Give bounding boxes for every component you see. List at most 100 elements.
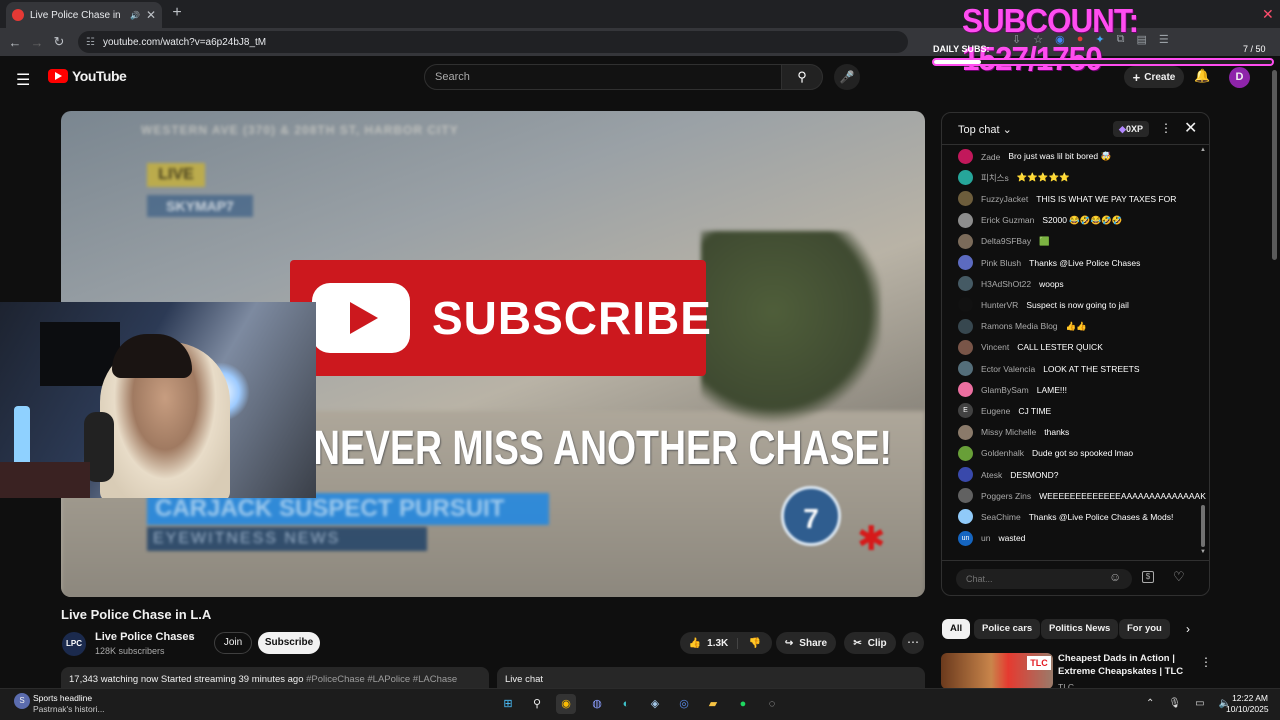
chat-message[interactable]: Poggers Zins WEEEEEEEEEEEEEAAAAAAAAAAAAAA… bbox=[958, 488, 1206, 504]
discord-icon[interactable]: ◍ bbox=[587, 694, 607, 714]
search-input[interactable]: Search bbox=[424, 64, 782, 90]
chat-avatar[interactable] bbox=[958, 424, 973, 440]
window-close-icon[interactable]: ✕ bbox=[1262, 6, 1274, 23]
chat-message[interactable]: Pink Blush Thanks @Live Police Chases bbox=[958, 255, 1140, 270]
reload-icon[interactable]: ↻ bbox=[48, 34, 70, 50]
chevron-right-icon[interactable]: › bbox=[1186, 622, 1190, 636]
chat-author[interactable]: Goldenhalk bbox=[981, 448, 1024, 458]
share-button[interactable]: ↪ Share bbox=[776, 632, 836, 654]
chat-mode-dropdown[interactable]: Top chat ⌄ bbox=[958, 123, 1012, 136]
dislike-button[interactable]: 👎 bbox=[738, 638, 772, 649]
chat-message[interactable]: GlamBySam LAME!!! bbox=[958, 382, 1067, 398]
chat-message[interactable]: FuzzyJacket THIS IS WHAT WE PAY TAXES FOR bbox=[958, 191, 1176, 207]
chat-message[interactable]: Vincent CALL LESTER QUICK bbox=[958, 339, 1103, 355]
chat-avatar[interactable] bbox=[958, 361, 973, 376]
news-widget-sub[interactable]: Pastrnak's histori... bbox=[33, 704, 105, 714]
chat-author[interactable]: HunterVR bbox=[981, 300, 1018, 310]
description-tags[interactable]: #PoliceChase #LAPolice #LAChase bbox=[306, 674, 457, 685]
like-button[interactable]: 👍 1.3K bbox=[680, 637, 738, 649]
microphone-icon[interactable]: 🎤 bbox=[834, 64, 860, 90]
heart-icon[interactable]: ♡ bbox=[1173, 569, 1185, 585]
chat-author[interactable]: Zade bbox=[981, 152, 1000, 162]
chat-avatar[interactable] bbox=[958, 382, 973, 398]
chat-message[interactable]: Missy Michelle thanks bbox=[958, 424, 1069, 440]
chip-all[interactable]: All bbox=[942, 619, 971, 639]
chat-message[interactable]: Zade Bro just was lil bit bored 🤯 bbox=[958, 149, 1111, 164]
network-icon[interactable]: ▭ bbox=[1195, 698, 1204, 709]
chat-author[interactable]: Atesk bbox=[981, 470, 1002, 480]
taskbar-date[interactable]: 10/10/2025 bbox=[1226, 704, 1269, 714]
new-tab-button[interactable]: + bbox=[168, 4, 186, 22]
browser-tab[interactable]: Live Police Chase in LA - Yo 🔊 ✕ bbox=[6, 2, 162, 28]
youtube-logo[interactable]: YouTube bbox=[48, 68, 127, 84]
scroll-down-icon[interactable]: ▼ bbox=[1200, 549, 1206, 555]
chat-input[interactable] bbox=[956, 569, 1132, 589]
obs-icon[interactable]: ◌ bbox=[762, 694, 782, 714]
browser-icon[interactable]: ◎ bbox=[674, 694, 694, 714]
chat-avatar[interactable] bbox=[958, 233, 973, 249]
chip-for-you[interactable]: For you bbox=[1119, 619, 1170, 639]
clip-button[interactable]: ✂ Clip bbox=[844, 632, 896, 654]
steam-icon[interactable]: ◈ bbox=[645, 694, 665, 714]
search-icon[interactable]: ⚲ bbox=[781, 64, 823, 90]
chat-author[interactable]: GlamBySam bbox=[981, 385, 1029, 395]
chat-avatar[interactable] bbox=[958, 276, 973, 292]
chat-author[interactable]: Missy Michelle bbox=[981, 427, 1036, 437]
description-box[interactable]: 17,343 watching now Started streaming 39… bbox=[61, 667, 489, 689]
chat-author[interactable]: Erick Guzman bbox=[981, 215, 1034, 225]
chat-more-icon[interactable]: ⋮ bbox=[1160, 121, 1172, 135]
back-icon[interactable]: ← bbox=[4, 35, 26, 50]
scroll-up-icon[interactable]: ▲ bbox=[1200, 147, 1206, 153]
chat-avatar[interactable] bbox=[958, 488, 973, 504]
chat-author[interactable]: 피치스s bbox=[981, 172, 1009, 184]
chat-author[interactable]: SeaChime bbox=[981, 512, 1021, 522]
chat-avatar[interactable] bbox=[958, 509, 973, 525]
chat-message[interactable]: HunterVR Suspect is now going to jail bbox=[958, 297, 1129, 313]
chat-author[interactable]: H3AdShOt22 bbox=[981, 279, 1031, 289]
chat-message[interactable]: Delta9SFBay 🟩 bbox=[958, 233, 1050, 249]
chat-author[interactable]: Poggers Zins bbox=[981, 491, 1031, 501]
channel-avatar[interactable]: LPC bbox=[62, 632, 86, 656]
chat-avatar[interactable] bbox=[958, 467, 973, 482]
recommended-title[interactable]: Cheapest Dads in Action | Extreme Cheaps… bbox=[1058, 653, 1198, 678]
chat-author[interactable]: Ramons Media Blog bbox=[981, 321, 1058, 331]
chat-close-icon[interactable]: ✕ bbox=[1184, 118, 1197, 138]
live-chat-panel-header[interactable]: Live chat bbox=[497, 667, 925, 689]
chat-author[interactable]: Delta9SFBay bbox=[981, 236, 1031, 246]
super-chat-icon[interactable]: $ bbox=[1142, 571, 1154, 583]
chrome-icon[interactable]: ◉ bbox=[556, 694, 576, 714]
edge-icon[interactable]: ◐ bbox=[616, 694, 636, 714]
create-button[interactable]: + Create bbox=[1124, 66, 1184, 88]
news-widget-icon[interactable]: S bbox=[14, 693, 30, 709]
chat-avatar[interactable] bbox=[958, 212, 973, 228]
windows-start-icon[interactable]: ⊞ bbox=[498, 694, 518, 714]
chat-message[interactable]: SeaChime Thanks @Live Police Chases & Mod… bbox=[958, 509, 1173, 525]
recommended-more-icon[interactable]: ⋮ bbox=[1200, 655, 1212, 669]
search-icon[interactable]: ⚲ bbox=[527, 694, 547, 714]
chat-message[interactable]: Ramons Media Blog 👍👍 bbox=[958, 318, 1087, 334]
chat-message[interactable]: H3AdShOt22 woops bbox=[958, 276, 1064, 292]
forward-icon[interactable]: → bbox=[26, 35, 48, 50]
join-button[interactable]: Join bbox=[214, 632, 252, 654]
chat-author[interactable]: Vincent bbox=[981, 342, 1009, 352]
chat-avatar[interactable] bbox=[958, 318, 973, 334]
url-field[interactable]: ☷ youtube.com/watch?v=a6p24bJ8_tM bbox=[78, 31, 908, 53]
tab-close-icon[interactable]: ✕ bbox=[146, 8, 156, 22]
chat-avatar[interactable] bbox=[958, 445, 973, 461]
page-scrollbar[interactable] bbox=[1272, 70, 1277, 260]
chat-avatar[interactable] bbox=[958, 339, 973, 355]
chat-avatar[interactable] bbox=[958, 170, 973, 186]
chat-avatar[interactable] bbox=[958, 191, 973, 207]
subscribe-button[interactable]: Subscribe bbox=[258, 632, 320, 654]
file-explorer-icon[interactable]: ▰ bbox=[703, 694, 723, 714]
microphone-icon[interactable]: 🎙 bbox=[1168, 698, 1181, 709]
chip-politics-news[interactable]: Politics News bbox=[1041, 619, 1119, 639]
tray-overflow-icon[interactable]: ⌃ bbox=[1146, 698, 1154, 709]
channel-name[interactable]: Live Police Chases bbox=[95, 631, 195, 643]
notifications-bell-icon[interactable]: 🔔 bbox=[1194, 68, 1210, 84]
taskbar-time[interactable]: 12:22 AM bbox=[1232, 693, 1268, 703]
chat-scrollbar[interactable] bbox=[1201, 505, 1205, 547]
hamburger-menu-icon[interactable]: ☰ bbox=[16, 70, 30, 90]
chat-avatar[interactable] bbox=[958, 149, 973, 164]
chat-message[interactable]: un un wasted bbox=[958, 530, 1025, 546]
